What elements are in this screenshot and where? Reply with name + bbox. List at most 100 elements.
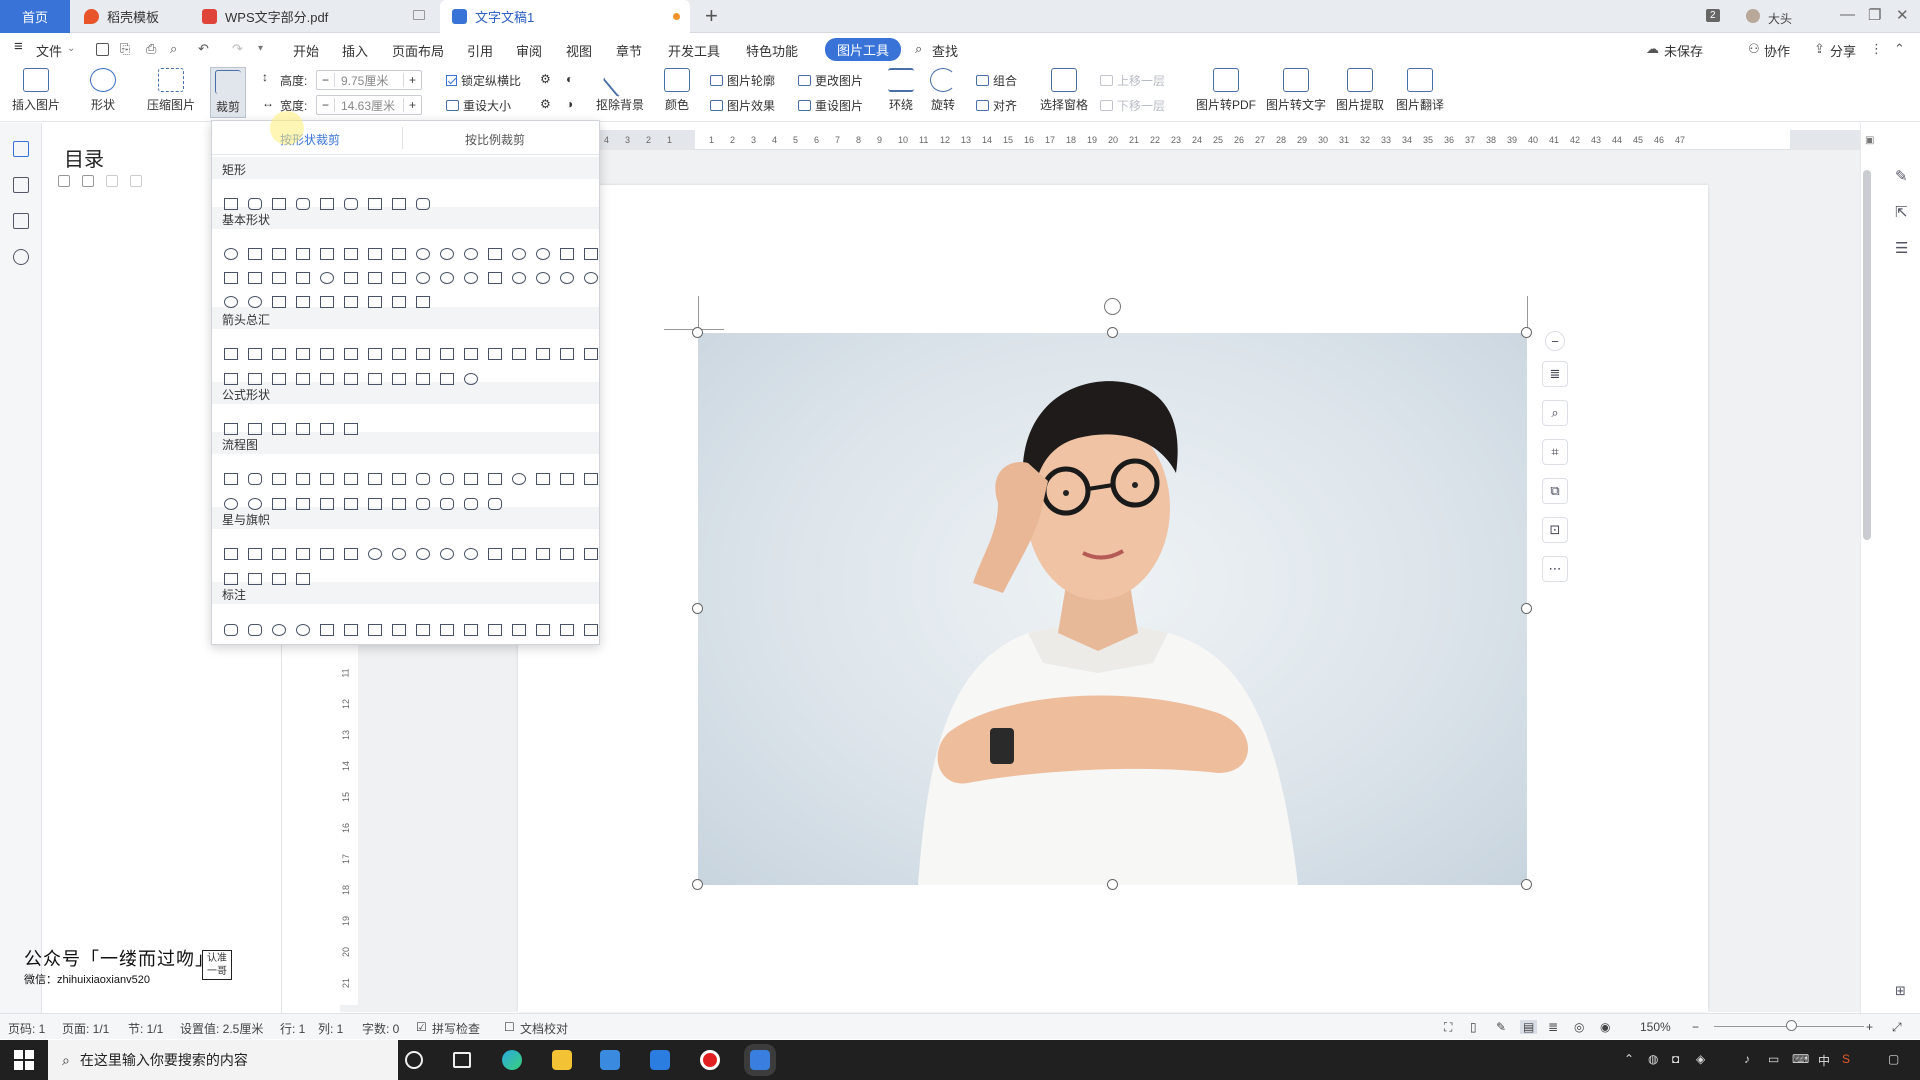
crop-shape-option[interactable] <box>488 624 502 636</box>
zoom-level[interactable]: 150% <box>1640 1020 1671 1034</box>
picture-effects-button[interactable]: 图片效果 <box>710 97 775 114</box>
crop-shape-option[interactable] <box>560 548 574 560</box>
crop-shape-option[interactable] <box>464 348 478 360</box>
bookmark-nav-icon[interactable] <box>13 213 29 229</box>
crop-shape-option[interactable] <box>272 498 286 510</box>
crop-shape-option[interactable] <box>416 548 430 560</box>
crop-shape-option[interactable] <box>392 498 406 510</box>
crop-shape-option[interactable] <box>536 473 550 485</box>
width-value[interactable]: 14.63厘米 <box>335 97 403 114</box>
crop-button[interactable]: 裁剪 <box>210 67 246 118</box>
taskbar-search-placeholder[interactable]: 在这里输入你要搜索的内容 <box>80 1050 248 1070</box>
crop-shape-option[interactable] <box>320 473 334 485</box>
export-icon[interactable]: ⎘ <box>120 41 130 57</box>
crop-shape-option[interactable] <box>320 548 334 560</box>
crop-shape-option[interactable] <box>416 498 430 510</box>
crop-shape-option[interactable] <box>584 548 598 560</box>
crop-shape-option[interactable] <box>224 198 238 210</box>
crop-shape-option[interactable] <box>248 373 262 385</box>
close-icon[interactable]: ✕ <box>1896 6 1909 24</box>
vertical-ruler[interactable]: 11 12 13 14 15 16 17 18 19 20 21 <box>338 640 358 1005</box>
search-icon[interactable]: ⌕ <box>915 41 922 57</box>
restore-icon[interactable]: ❐ <box>1868 6 1881 24</box>
expand-icon[interactable] <box>58 175 70 187</box>
resize-handle-top[interactable] <box>1107 327 1118 338</box>
crop-shape-option[interactable] <box>416 348 430 360</box>
chevron-down-icon[interactable]: ⌄ <box>67 43 75 54</box>
crop-shape-option[interactable] <box>440 373 454 385</box>
float-convert-icon[interactable]: ⧉ <box>1542 478 1568 504</box>
insert-picture-button[interactable]: 插入图片 <box>12 68 60 113</box>
crop-shape-option[interactable] <box>440 473 454 485</box>
crop-shape-option[interactable] <box>512 348 526 360</box>
crop-shape-option[interactable] <box>224 548 238 560</box>
crop-shape-option[interactable] <box>440 498 454 510</box>
hamburger-icon[interactable]: ≡ <box>14 38 23 55</box>
crop-shape-option[interactable] <box>392 272 406 284</box>
crop-shape-option[interactable] <box>320 624 334 636</box>
crop-shape-option[interactable] <box>344 296 358 308</box>
crop-shape-option[interactable] <box>536 624 550 636</box>
crop-shape-option[interactable] <box>224 248 238 260</box>
apps-grid-icon[interactable]: ⊞ <box>1895 983 1906 999</box>
pages-nav-icon[interactable] <box>13 177 29 193</box>
crop-shape-option[interactable] <box>512 548 526 560</box>
menu-insert[interactable]: 插入 <box>342 41 368 60</box>
crop-shape-option[interactable] <box>464 373 478 385</box>
resize-handle-bottom-right[interactable] <box>1521 879 1532 890</box>
crop-shape-option[interactable] <box>272 473 286 485</box>
new-tab-button[interactable]: + <box>705 3 718 29</box>
crop-shape-option[interactable] <box>440 348 454 360</box>
crop-shape-option[interactable] <box>440 248 454 260</box>
read-mode-icon[interactable]: ▯ <box>1470 1020 1477 1034</box>
select-tool-icon[interactable]: ⇱ <box>1895 203 1908 221</box>
menu-review[interactable]: 审阅 <box>516 41 542 60</box>
crop-shape-option[interactable] <box>224 498 238 510</box>
rotate-handle-icon[interactable] <box>1104 298 1121 315</box>
crop-shape-option[interactable] <box>368 272 382 284</box>
crop-shape-option[interactable] <box>224 373 238 385</box>
menu-developer[interactable]: 开发工具 <box>668 41 720 60</box>
store-icon[interactable] <box>600 1050 620 1070</box>
crop-shape-option[interactable] <box>392 373 406 385</box>
pen-tool-icon[interactable]: ✎ <box>1895 167 1908 185</box>
window-count-badge[interactable]: 2 <box>1706 9 1720 22</box>
crop-shape-option[interactable] <box>272 373 286 385</box>
crop-shape-option[interactable] <box>296 498 310 510</box>
crop-shape-option[interactable] <box>224 624 238 636</box>
save-icon[interactable] <box>96 43 109 56</box>
send-backward-button[interactable]: 下移一层 <box>1100 97 1165 114</box>
crop-shape-option[interactable] <box>224 573 238 585</box>
crop-shape-option[interactable] <box>296 573 310 585</box>
resize-handle-top-left[interactable] <box>692 327 703 338</box>
crop-shape-option[interactable] <box>248 624 262 636</box>
crop-shape-option[interactable] <box>296 473 310 485</box>
menu-picture-tools[interactable]: 图片工具 <box>825 38 902 61</box>
crop-shape-option[interactable] <box>272 296 286 308</box>
wps-writer-icon[interactable] <box>750 1050 770 1070</box>
crop-shape-option[interactable] <box>296 198 310 210</box>
crop-shape-option[interactable] <box>584 248 598 260</box>
crop-shape-option[interactable] <box>344 272 358 284</box>
crop-shape-option[interactable] <box>296 373 310 385</box>
spell-check-icon[interactable]: ☑ <box>416 1020 427 1034</box>
undo-icon[interactable]: ↶ <box>198 41 209 57</box>
crop-shape-option[interactable] <box>320 198 334 210</box>
find-nav-icon[interactable] <box>13 249 29 265</box>
width-increase-button[interactable]: + <box>403 98 421 112</box>
crop-shape-option[interactable] <box>296 423 310 435</box>
change-picture-button[interactable]: 更改图片 <box>798 72 863 89</box>
picture-outline-button[interactable]: 图片轮廓 <box>710 72 775 89</box>
crop-shape-option[interactable] <box>512 272 526 284</box>
crop-shape-option[interactable] <box>488 548 502 560</box>
crop-shape-option[interactable] <box>392 548 406 560</box>
color-button[interactable]: 颜色 <box>664 68 690 113</box>
crop-shape-option[interactable] <box>368 498 382 510</box>
crop-shape-option[interactable] <box>584 272 598 284</box>
task-view-icon[interactable] <box>453 1052 471 1068</box>
crop-shape-option[interactable] <box>368 624 382 636</box>
rotate-button[interactable]: 旋转 <box>930 68 956 113</box>
selected-photo[interactable] <box>698 333 1527 885</box>
wrap-button[interactable]: 环绕 <box>888 68 914 113</box>
cortana-icon[interactable] <box>405 1051 423 1069</box>
